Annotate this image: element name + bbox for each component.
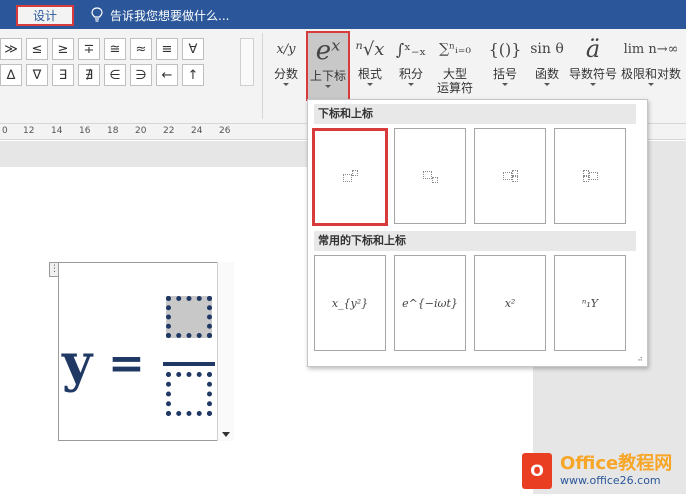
large-operator-label: 大型 运算符 — [436, 67, 473, 95]
watermark-url: www.office26.com — [560, 473, 661, 487]
equation-equals-sign: = — [108, 338, 145, 389]
bracket-label: 括号 — [492, 67, 517, 81]
ruler-tick-label: 18 — [107, 126, 119, 136]
script-gallery-dropdown: 下标和上标 常用的下标和上标 x_{y²} e^{−iωt} x² ⁿ₁Y ⠴ — [307, 99, 648, 367]
numerator-placeholder[interactable] — [166, 296, 212, 338]
ruler-tick-label: 0 — [2, 126, 8, 136]
script-icon: eˣ — [315, 36, 341, 66]
fraction-icon: x/y — [276, 41, 296, 57]
accent-label: 导数符号 — [568, 67, 617, 81]
script-label: 上下标 — [309, 69, 346, 83]
tell-me-placeholder: 告诉我您想要做什么... — [110, 8, 230, 23]
chevron-down-icon — [544, 83, 550, 86]
watermark: O Office教程网 www.office26.com — [522, 447, 686, 494]
left-sub-superscript-template-icon — [582, 170, 598, 182]
symbol-button[interactable]: ≈ — [130, 38, 152, 60]
symbol-button[interactable]: ∀ — [182, 38, 204, 60]
symbol-button[interactable]: ∈ — [104, 64, 126, 86]
ruler-tick-label: 24 — [191, 126, 203, 136]
chevron-down-icon — [408, 83, 414, 86]
denominator-placeholder[interactable] — [166, 372, 212, 416]
sum-icon: ∑ⁿᵢ₌₀ — [439, 41, 471, 57]
common-script-label: x_{y²} — [331, 296, 369, 310]
lightbulb-icon — [91, 7, 103, 22]
function-button[interactable]: sin θ 函数 — [528, 31, 566, 101]
ruler-tick-label: 14 — [51, 126, 63, 136]
ribbon-separator — [262, 33, 263, 119]
ruler-tick-label: 16 — [79, 126, 91, 136]
large-operator-button[interactable]: ∑ⁿᵢ₌₀ 大型 运算符 — [432, 31, 478, 101]
common-script-template[interactable]: x_{y²} — [314, 255, 386, 351]
resize-grip-icon[interactable]: ⠴ — [637, 354, 643, 363]
chevron-down-icon — [648, 83, 654, 86]
tell-me-search[interactable]: 告诉我您想要做什么... — [90, 6, 229, 24]
function-icon: sin θ — [530, 41, 564, 57]
symbol-button[interactable]: ≅ — [104, 38, 126, 60]
symbol-button[interactable]: ∄ — [78, 64, 100, 86]
section-header-scripts: 下标和上标 — [314, 104, 636, 124]
sub-superscript-template[interactable] — [474, 128, 546, 224]
common-script-template[interactable]: ⁿ₁Y — [554, 255, 626, 351]
chevron-down-icon — [283, 83, 289, 86]
chevron-down-icon — [222, 432, 230, 437]
symbol-button[interactable]: ← — [156, 64, 178, 86]
ruler-tick-label: 22 — [163, 126, 175, 136]
ruler-tick-label: 12 — [23, 126, 35, 136]
radical-icon: ⁿ√x — [355, 38, 385, 60]
chevron-down-icon — [367, 83, 373, 86]
script-button[interactable]: eˣ 上下标 — [306, 31, 350, 101]
equation-variable[interactable]: y — [62, 334, 92, 394]
limit-log-button[interactable]: lim n→∞ 极限和对数 — [620, 31, 682, 101]
chevron-down-icon — [325, 85, 331, 88]
ruler-tick-label: 20 — [135, 126, 147, 136]
radical-button[interactable]: ⁿ√x 根式 — [352, 31, 388, 101]
fraction-bar — [163, 362, 215, 366]
accent-icon: ä — [585, 35, 601, 63]
symbol-gallery-scrollbar[interactable] — [240, 38, 254, 86]
bracket-button[interactable]: {()} 括号 — [486, 31, 524, 101]
chevron-down-icon — [502, 83, 508, 86]
symbol-button[interactable]: ≡ — [156, 38, 178, 60]
chevron-down-icon — [590, 83, 596, 86]
sub-superscript-template-icon — [502, 170, 518, 182]
symbol-button[interactable]: ∆ — [0, 64, 22, 86]
ruler-tick-label: 26 — [219, 126, 231, 136]
symbol-gallery: ≫ ≤ ≥ ∓ ≅ ≈ ≡ ∀ ∆ ∇ ∃ ∄ ∈ ∋ ← ↑ — [0, 38, 250, 90]
tab-design[interactable]: 设计 — [16, 5, 74, 26]
left-sub-superscript-template[interactable] — [554, 128, 626, 224]
common-script-template[interactable]: e^{−iωt} — [394, 255, 466, 351]
symbol-button[interactable]: ∃ — [52, 64, 74, 86]
symbol-button[interactable]: ↑ — [182, 64, 204, 86]
symbol-button[interactable]: ∇ — [26, 64, 48, 86]
equation-options-scroll[interactable] — [217, 262, 234, 441]
symbol-button[interactable]: ∋ — [130, 64, 152, 86]
accent-button[interactable]: ä 导数符号 — [568, 31, 618, 101]
integral-icon: ∫ˣ₋ₓ — [395, 39, 427, 59]
common-script-label: x² — [504, 296, 516, 310]
fraction-button[interactable]: x/y 分数 — [268, 31, 304, 101]
function-label: 函数 — [534, 67, 559, 81]
common-script-template[interactable]: x² — [474, 255, 546, 351]
watermark-title: Office教程网 — [560, 452, 673, 474]
superscript-template-icon — [342, 169, 358, 185]
symbol-button[interactable]: ∓ — [78, 38, 100, 60]
subscript-template[interactable] — [394, 128, 466, 224]
office-logo-icon: O — [522, 452, 552, 489]
integral-label: 积分 — [398, 67, 423, 81]
title-bar: 设计 告诉我您想要做什么... — [0, 0, 686, 29]
bracket-icon: {()} — [488, 39, 522, 59]
common-script-label: ⁿ₁Y — [581, 296, 599, 310]
subscript-template-icon — [422, 169, 438, 183]
radical-label: 根式 — [357, 67, 382, 81]
common-script-label: e^{−iωt} — [402, 296, 458, 310]
limit-log-label: 极限和对数 — [620, 67, 681, 81]
symbol-button[interactable]: ≤ — [26, 38, 48, 60]
fraction-label: 分数 — [273, 67, 298, 81]
symbol-button[interactable]: ≫ — [0, 38, 22, 60]
symbol-button[interactable]: ≥ — [52, 38, 74, 60]
superscript-template[interactable] — [312, 128, 388, 226]
section-header-common-scripts: 常用的下标和上标 — [314, 231, 636, 251]
integral-button[interactable]: ∫ˣ₋ₓ 积分 — [392, 31, 430, 101]
limit-icon: lim n→∞ — [623, 41, 679, 57]
